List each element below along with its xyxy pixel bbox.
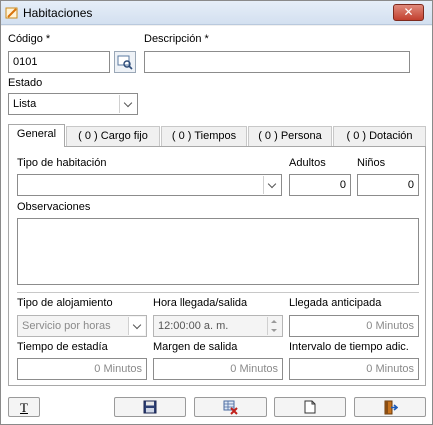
llegada-anticipada-label: Llegada anticipada [289,297,382,309]
delete-button[interactable] [194,397,267,417]
hora-value: 12:00:00 a. m. [158,320,229,332]
text-format-icon: T [20,400,28,415]
tab-strip: General ( 0 ) Cargo fijo ( 0 ) Tiempos (… [8,124,426,147]
search-icon [117,55,133,70]
save-button[interactable] [114,397,186,417]
text-format-button[interactable]: T [8,397,40,417]
margen-salida-label: Margen de salida [153,341,238,353]
ninos-input[interactable]: 0 [357,174,419,196]
estado-select[interactable]: Lista [8,93,138,115]
time-spinner[interactable] [267,317,281,335]
chevron-down-icon[interactable] [263,176,280,194]
llegada-anticipada-input[interactable]: 0 Minutos [289,315,419,337]
tab-general[interactable]: General [8,124,65,147]
app-icon [5,7,18,19]
chevron-down-icon[interactable] [128,317,145,335]
tipo-alojamiento-value: Servicio por horas [22,320,111,332]
save-icon [143,400,157,414]
ninos-label: Niños [357,157,386,169]
tipo-alojamiento-select[interactable]: Servicio por horas [17,315,147,337]
hora-label: Hora llegada/salida [153,297,248,309]
tiempo-estadia-label: Tiempo de estadía [17,341,108,353]
estado-value: Lista [13,98,37,110]
exit-button[interactable] [354,397,426,417]
tiempo-estadia-input[interactable]: 0 Minutos [17,358,147,380]
habitaciones-window: Habitaciones ✕ Código * 0101 Descripción… [0,0,433,425]
window-title: Habitaciones [23,6,93,20]
lookup-button[interactable] [114,51,136,73]
title-bar: Habitaciones ✕ [1,1,432,25]
estado-label: Estado [8,77,43,89]
tab-dotacion[interactable]: ( 0 ) Dotación [333,126,426,146]
divider [17,292,419,293]
codigo-input[interactable]: 0101 [8,51,110,73]
tipo-habitacion-select[interactable] [17,174,282,196]
adultos-input[interactable]: 0 [289,174,351,196]
codigo-label: Código * [8,33,51,45]
new-document-icon [304,400,316,414]
margen-salida-input[interactable]: 0 Minutos [153,358,283,380]
descripcion-input[interactable] [144,51,410,73]
client-area: Código * 0101 Descripción * Estado Lista… [1,26,432,424]
tab-persona[interactable]: ( 0 ) Persona [248,126,332,146]
hora-input[interactable]: 12:00:00 a. m. [153,315,283,337]
new-document-button[interactable] [274,397,346,417]
tab-tiempos[interactable]: ( 0 ) Tiempos [161,126,247,146]
observaciones-textarea[interactable] [17,218,419,285]
general-panel: Tipo de habitación Adultos 0 Niños 0 Obs… [8,146,426,386]
delete-icon [223,400,238,415]
descripcion-label: Descripción * [144,33,209,45]
tipo-alojamiento-label: Tipo de alojamiento [17,297,113,309]
intervalo-label: Intervalo de tiempo adic. [289,341,409,353]
chevron-down-icon[interactable] [119,95,136,113]
close-button[interactable]: ✕ [393,4,424,21]
exit-icon [384,400,398,415]
tab-cargo-fijo[interactable]: ( 0 ) Cargo fijo [66,126,160,146]
intervalo-input[interactable]: 0 Minutos [289,358,419,380]
observaciones-label: Observaciones [17,201,91,213]
adultos-label: Adultos [289,157,326,169]
tipo-habitacion-label: Tipo de habitación [17,157,107,169]
